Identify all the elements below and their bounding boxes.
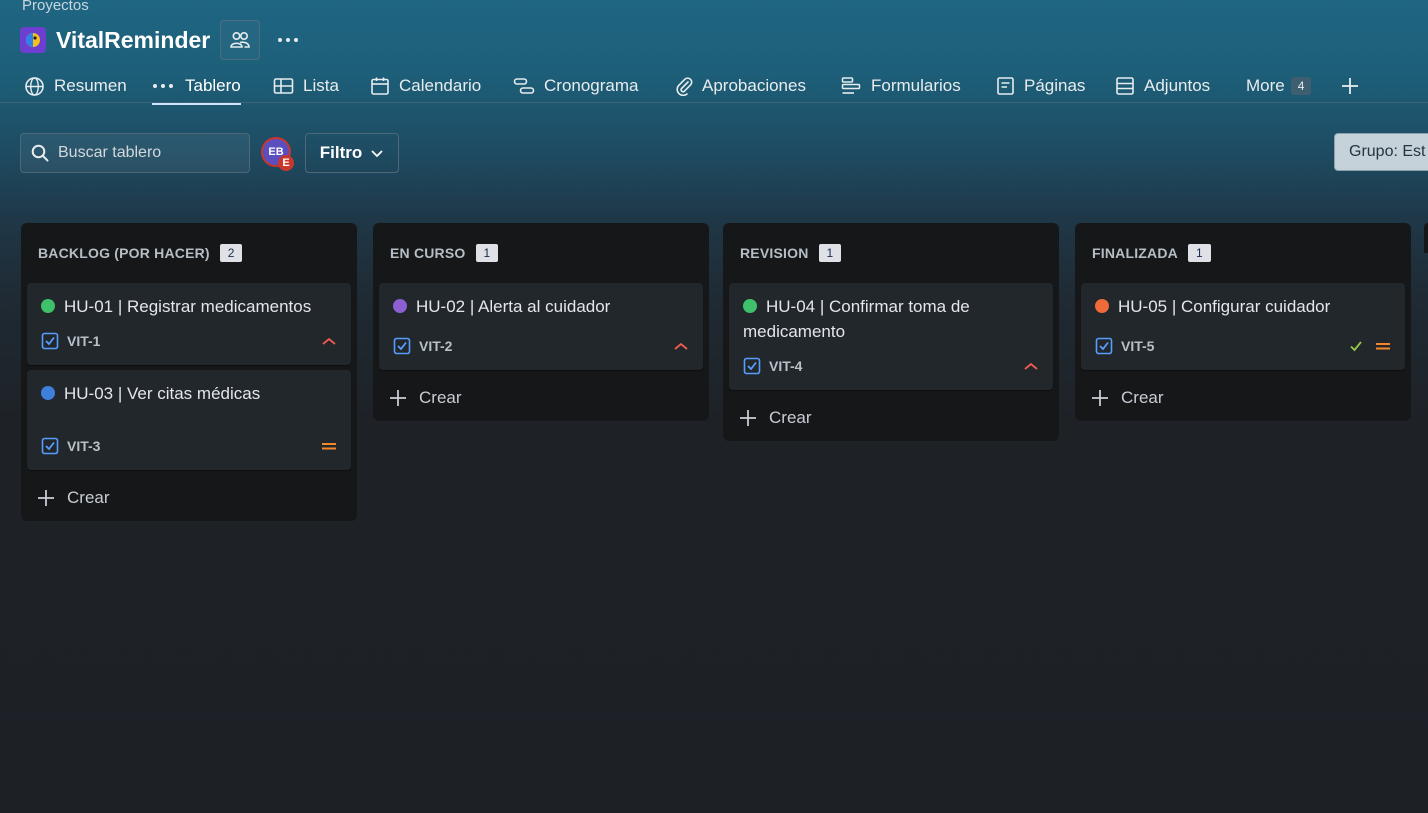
create-issue-button[interactable]: Crear	[729, 395, 1053, 441]
view-tabs: Resumen Tablero Lista Calendario Cronogr…	[0, 70, 1428, 105]
list-table-icon	[273, 78, 294, 94]
search-box[interactable]	[20, 133, 250, 173]
column-count: 2	[219, 244, 243, 262]
avatar-badge: E	[278, 155, 294, 171]
ellipsis-icon	[278, 38, 299, 42]
status-dot	[41, 299, 55, 313]
plus-icon	[390, 390, 406, 406]
board-dots-icon	[153, 84, 173, 88]
column-header: BACKLOG (POR HACER) 2	[27, 223, 351, 283]
card-title: HU-05 | Configurar cuidador	[1095, 294, 1391, 319]
done-check-icon	[1350, 341, 1362, 352]
calendar-icon	[371, 77, 389, 95]
board-column-partial	[1424, 223, 1428, 253]
project-header: VitalReminder	[20, 20, 304, 60]
issue-key[interactable]: VIT-3	[67, 438, 100, 454]
card-title: HU-03 | Ver citas médicas	[41, 381, 337, 406]
paperclip-icon	[676, 77, 693, 96]
card-footer: VIT-2	[393, 336, 689, 356]
board-column-backlog: BACKLOG (POR HACER) 2 HU-01 | Registrar …	[21, 223, 357, 521]
board-column-en-curso: EN CURSO 1 HU-02 | Alerta al cuidador VI…	[373, 223, 709, 421]
attachments-icon	[1116, 77, 1134, 95]
column-count: 1	[1188, 244, 1211, 262]
tab-resumen[interactable]: Resumen	[24, 70, 127, 102]
board-column-finalizada: FINALIZADA 1 HU-05 | Configurar cuidador…	[1075, 223, 1411, 421]
tab-aprobaciones[interactable]: Aprobaciones	[675, 70, 806, 102]
filter-button[interactable]: Filtro	[305, 133, 399, 173]
board-column-revision: REVISION 1 HU-04 | Confirmar toma de med…	[723, 223, 1059, 441]
team-people-button[interactable]	[220, 20, 261, 60]
issue-card[interactable]: HU-03 | Ver citas médicas VIT-3	[27, 370, 351, 470]
create-issue-button[interactable]: Crear	[379, 375, 703, 421]
checkbox-task-icon	[41, 332, 59, 350]
column-count: 1	[818, 244, 842, 262]
column-header: EN CURSO 1	[379, 223, 703, 283]
tab-paginas[interactable]: Páginas	[996, 70, 1085, 102]
search-icon	[31, 144, 49, 162]
people-icon	[230, 31, 251, 48]
priority-medium-icon	[322, 443, 336, 450]
breadcrumb[interactable]: Proyectos	[22, 0, 89, 14]
card-footer: VIT-4	[743, 356, 1039, 376]
card-title: HU-04 | Confirmar toma de medicamento	[743, 297, 970, 341]
checkbox-task-icon	[41, 437, 59, 455]
add-view-button[interactable]	[1340, 70, 1369, 102]
issue-key[interactable]: VIT-5	[1121, 338, 1154, 354]
create-issue-button[interactable]: Crear	[27, 475, 351, 521]
more-count-badge: 4	[1290, 77, 1312, 95]
column-header: FINALIZADA 1	[1081, 223, 1405, 283]
issue-key[interactable]: VIT-2	[419, 338, 452, 354]
status-dot	[41, 386, 55, 400]
card-footer: VIT-3	[41, 436, 337, 456]
tab-calendario[interactable]: Calendario	[370, 70, 481, 102]
checkbox-task-icon	[1095, 337, 1113, 355]
checkbox-task-icon	[393, 337, 411, 355]
status-dot	[393, 299, 407, 313]
plus-icon	[1092, 390, 1108, 406]
project-title: VitalReminder	[56, 26, 211, 53]
issue-card[interactable]: HU-02 | Alerta al cuidador VIT-2	[379, 283, 703, 370]
card-footer: VIT-5	[1095, 336, 1391, 356]
column-name: FINALIZADA	[1092, 245, 1178, 261]
search-input[interactable]	[56, 143, 240, 163]
tab-adjuntos[interactable]: Adjuntos	[1115, 70, 1210, 102]
priority-high-icon	[674, 342, 688, 350]
chevron-down-icon	[371, 149, 383, 157]
forms-icon	[841, 77, 861, 94]
column-name: EN CURSO	[390, 245, 466, 261]
status-dot	[1095, 299, 1109, 313]
issue-card[interactable]: HU-01 | Registrar medicamentos VIT-1	[27, 283, 351, 365]
tab-tablero[interactable]: Tablero	[152, 70, 241, 105]
project-logo-icon	[20, 27, 46, 53]
priority-high-icon	[1024, 362, 1038, 370]
tab-lista[interactable]: Lista	[273, 70, 339, 102]
priority-high-icon	[322, 337, 336, 345]
page-icon	[997, 77, 1014, 95]
more-actions-button[interactable]	[272, 24, 304, 56]
issue-key[interactable]: VIT-1	[67, 333, 100, 349]
tab-more[interactable]: More 4	[1246, 70, 1312, 102]
issue-key[interactable]: VIT-4	[769, 358, 802, 374]
card-title: HU-02 | Alerta al cuidador	[393, 294, 689, 319]
plus-icon	[740, 410, 756, 426]
tab-cronograma[interactable]: Cronograma	[513, 70, 639, 102]
column-name: BACKLOG (POR HACER)	[38, 245, 210, 261]
issue-card[interactable]: HU-04 | Confirmar toma de medicamento VI…	[729, 283, 1053, 390]
plus-icon	[1342, 78, 1358, 94]
card-title: HU-01 | Registrar medicamentos	[41, 294, 337, 319]
column-header: REVISION 1	[729, 223, 1053, 283]
checkbox-task-icon	[743, 357, 761, 375]
column-count: 1	[475, 244, 499, 262]
group-by-button[interactable]: Grupo: Est	[1334, 133, 1428, 171]
column-name: REVISION	[740, 245, 809, 261]
tab-formularios[interactable]: Formularios	[841, 70, 961, 102]
status-dot	[743, 299, 757, 313]
timeline-icon	[513, 78, 535, 94]
card-footer: VIT-1	[41, 331, 337, 351]
create-issue-button[interactable]: Crear	[1081, 375, 1405, 421]
priority-medium-icon	[1376, 343, 1390, 350]
issue-card[interactable]: HU-05 | Configurar cuidador VIT-5	[1081, 283, 1405, 370]
globe-icon	[25, 76, 44, 96]
plus-icon	[38, 490, 54, 506]
